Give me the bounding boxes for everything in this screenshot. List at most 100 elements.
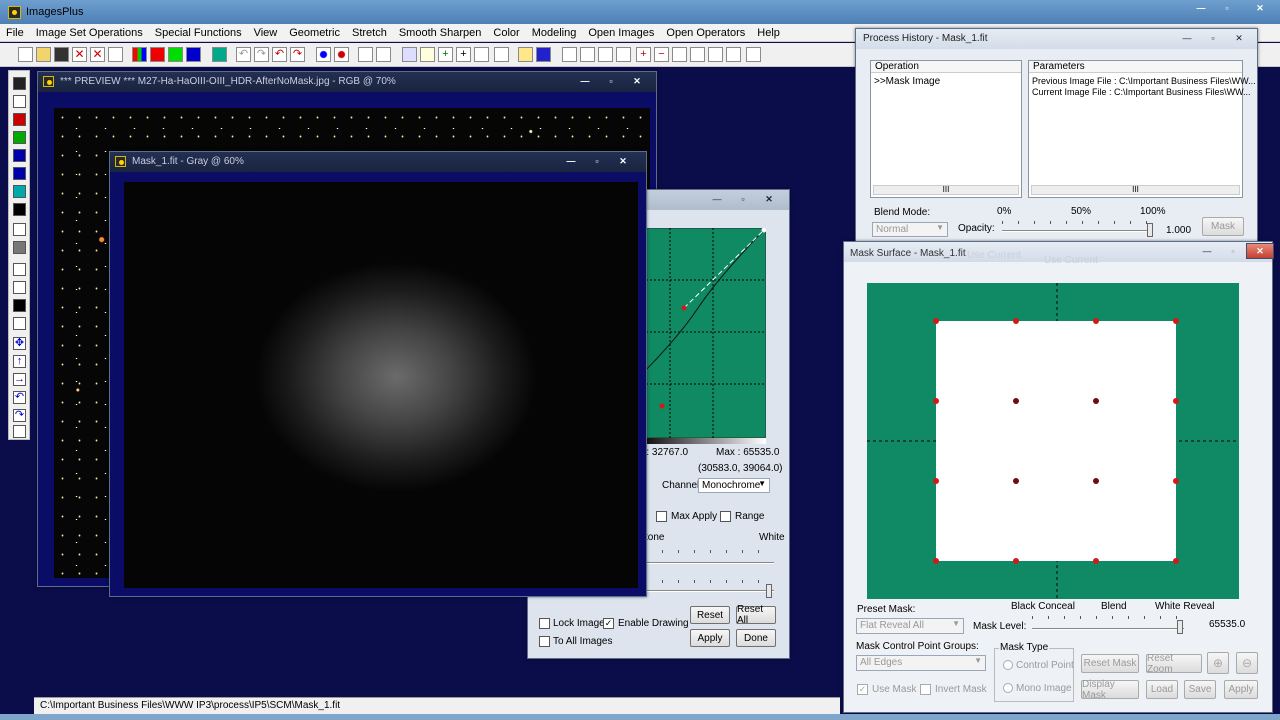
tool-14-icon[interactable] bbox=[13, 317, 26, 330]
control-point[interactable] bbox=[1093, 478, 1099, 484]
opacity-slider[interactable] bbox=[1147, 223, 1153, 237]
control-point[interactable] bbox=[933, 398, 939, 404]
tool-4-icon[interactable] bbox=[13, 131, 26, 144]
preset-mask-select[interactable]: Flat Reveal All ▼ bbox=[856, 618, 964, 634]
control-point[interactable] bbox=[933, 558, 939, 564]
close-icon[interactable]: ✕ bbox=[72, 47, 87, 62]
redo-all-icon[interactable]: ↷ bbox=[290, 47, 305, 62]
display-mask-button[interactable]: Display Mask bbox=[1081, 679, 1139, 701]
pencil-icon[interactable] bbox=[518, 47, 533, 62]
undo-icon[interactable]: ↶ bbox=[236, 47, 251, 62]
operation-item[interactable]: >>Mask Image bbox=[874, 76, 940, 87]
history-maximize-button[interactable]: ▫ bbox=[1200, 30, 1226, 46]
table-icon[interactable] bbox=[536, 47, 551, 62]
menu-geometric[interactable]: Geometric bbox=[283, 24, 346, 41]
crosshair-icon[interactable]: + bbox=[456, 47, 471, 62]
use-mask-checkbox[interactable]: ✓ bbox=[857, 684, 868, 695]
surface-minimize-button[interactable]: — bbox=[1194, 243, 1220, 259]
menu-special-functions[interactable]: Special Functions bbox=[149, 24, 248, 41]
parameters-list[interactable]: Parameters Previous Image File : C:\Impo… bbox=[1028, 60, 1256, 198]
dots-icon[interactable] bbox=[358, 47, 373, 62]
control-point[interactable] bbox=[1013, 318, 1019, 324]
control-point[interactable] bbox=[1173, 318, 1179, 324]
reset-all-button[interactable]: Reset All bbox=[736, 604, 776, 626]
curves-minimize-button[interactable]: — bbox=[704, 191, 730, 207]
apply-button[interactable]: Apply bbox=[690, 629, 730, 647]
range-checkbox[interactable] bbox=[720, 511, 731, 522]
lock-image-checkbox[interactable] bbox=[539, 618, 550, 629]
save-button[interactable]: Save bbox=[1184, 680, 1216, 699]
control-point[interactable] bbox=[1173, 558, 1179, 564]
tool-1-icon[interactable] bbox=[13, 77, 26, 90]
menu-color[interactable]: Color bbox=[487, 24, 525, 41]
tool-10-icon[interactable] bbox=[13, 241, 26, 254]
tool-9-icon[interactable] bbox=[13, 223, 26, 236]
load-button[interactable]: Load bbox=[1146, 680, 1178, 699]
app-maximize-button[interactable]: ▫ bbox=[1214, 0, 1240, 16]
mono-image-radio[interactable] bbox=[1003, 683, 1013, 693]
add-point-icon[interactable]: + bbox=[438, 47, 453, 62]
zoom-actual-icon[interactable] bbox=[616, 47, 631, 62]
control-point[interactable] bbox=[1173, 398, 1179, 404]
surface-apply-button[interactable]: Apply bbox=[1224, 680, 1258, 699]
mask-button[interactable]: Mask bbox=[1202, 217, 1244, 236]
mask-grayscale-image[interactable] bbox=[124, 182, 638, 588]
control-groups-select[interactable]: All Edges ▼ bbox=[856, 655, 986, 671]
operation-scrollbar[interactable]: III bbox=[873, 185, 1019, 195]
undo-all-icon[interactable]: ↶ bbox=[272, 47, 287, 62]
menu-stretch[interactable]: Stretch bbox=[346, 24, 393, 41]
open-icon[interactable] bbox=[36, 47, 51, 62]
curves-close-button[interactable]: ✕ bbox=[756, 191, 782, 207]
tool-11-icon[interactable] bbox=[13, 263, 26, 276]
reset-button[interactable]: Reset bbox=[690, 606, 730, 624]
menu-open-images[interactable]: Open Images bbox=[582, 24, 660, 41]
tool-3-icon[interactable] bbox=[13, 113, 26, 126]
mask-image-minimize-button[interactable]: — bbox=[558, 153, 584, 169]
chart-icon[interactable] bbox=[494, 47, 509, 62]
target-red-icon[interactable] bbox=[334, 47, 349, 62]
history-close-button[interactable]: ✕ bbox=[1226, 30, 1252, 46]
grid-icon[interactable] bbox=[212, 47, 227, 62]
tool-12-icon[interactable] bbox=[13, 281, 26, 294]
preview-close-button[interactable]: ✕ bbox=[624, 73, 650, 89]
menu-view[interactable]: View bbox=[248, 24, 284, 41]
menu-modeling[interactable]: Modeling bbox=[526, 24, 583, 41]
history-minimize-button[interactable]: — bbox=[1174, 30, 1200, 46]
rgb-channels-icon[interactable] bbox=[132, 47, 147, 62]
zoom-fit-icon[interactable] bbox=[598, 47, 613, 62]
arrow-right-icon[interactable]: → bbox=[13, 373, 26, 386]
mask-level-slider[interactable] bbox=[1177, 620, 1183, 634]
channel-select[interactable]: Monochrome ▼ bbox=[698, 478, 770, 493]
curves-white-slider[interactable] bbox=[766, 584, 772, 598]
tool-5-icon[interactable] bbox=[13, 149, 26, 162]
tool-6-icon[interactable] bbox=[13, 167, 26, 180]
menu-smooth-sharpen[interactable]: Smooth Sharpen bbox=[393, 24, 488, 41]
reset-zoom-button[interactable]: Reset Zoom bbox=[1146, 653, 1202, 675]
surface-maximize-button[interactable]: ▫ bbox=[1220, 243, 1246, 259]
blend-mode-select[interactable]: Normal ▼ bbox=[872, 222, 948, 237]
tool-7-icon[interactable] bbox=[13, 185, 26, 198]
save-icon[interactable] bbox=[54, 47, 69, 62]
green-channel-icon[interactable] bbox=[168, 47, 183, 62]
control-point[interactable] bbox=[933, 478, 939, 484]
zoom-in-icon[interactable] bbox=[562, 47, 577, 62]
operation-list[interactable]: Operation >>Mask Image III bbox=[870, 60, 1022, 198]
box-4-icon[interactable] bbox=[726, 47, 741, 62]
surface-close-button[interactable]: ✕ bbox=[1246, 243, 1274, 259]
app-minimize-button[interactable]: — bbox=[1188, 0, 1214, 16]
redo-icon[interactable]: ↷ bbox=[254, 47, 269, 62]
zoom-in-button[interactable]: ⊕ bbox=[1207, 652, 1229, 674]
cancel-icon[interactable]: ✕ bbox=[90, 47, 105, 62]
menu-help[interactable]: Help bbox=[751, 24, 786, 41]
control-point[interactable] bbox=[1013, 558, 1019, 564]
menu-image-set-operations[interactable]: Image Set Operations bbox=[30, 24, 149, 41]
done-button[interactable]: Done bbox=[736, 629, 776, 647]
invert-mask-checkbox[interactable] bbox=[920, 684, 931, 695]
box-3-icon[interactable] bbox=[708, 47, 723, 62]
control-point[interactable] bbox=[1093, 318, 1099, 324]
mask-image-close-button[interactable]: ✕ bbox=[610, 153, 636, 169]
blue-channel-icon[interactable] bbox=[186, 47, 201, 62]
control-point-radio[interactable] bbox=[1003, 660, 1013, 670]
mask-surface-canvas[interactable] bbox=[867, 283, 1239, 599]
control-point[interactable] bbox=[933, 318, 939, 324]
